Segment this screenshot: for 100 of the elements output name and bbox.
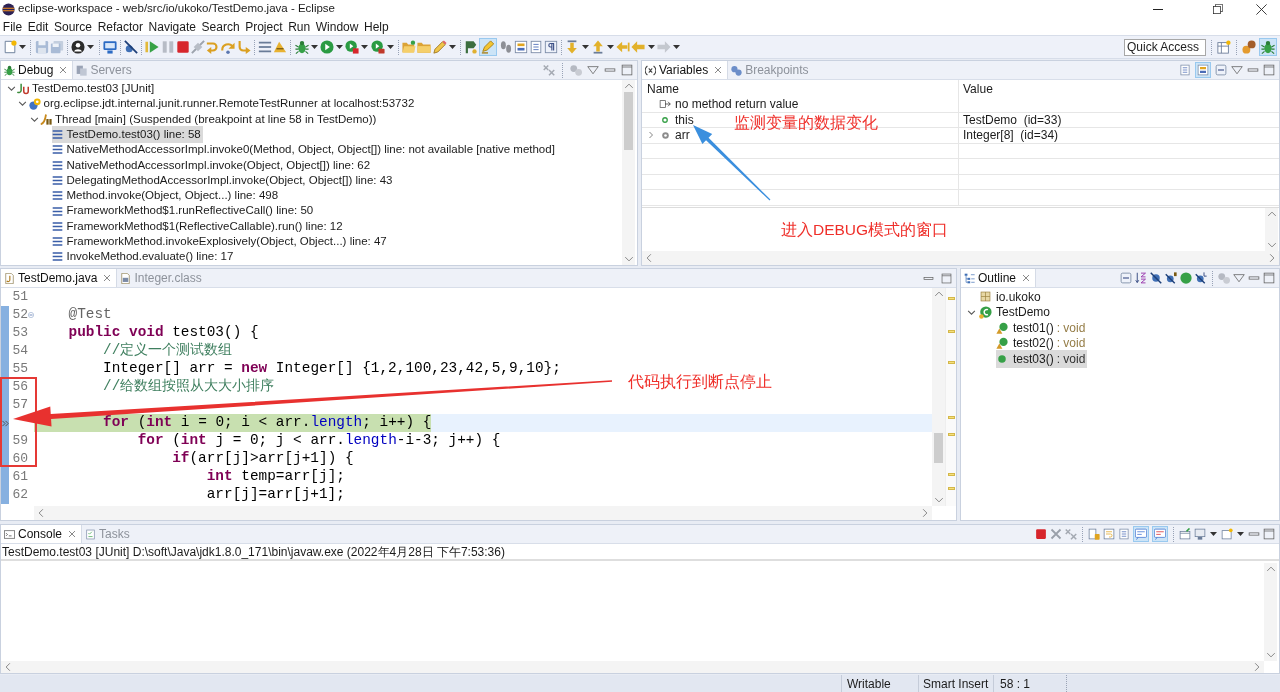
dot-icon[interactable] [1180, 272, 1192, 284]
perspective-icon[interactable] [1217, 40, 1231, 54]
overview-ruler-mark[interactable] [948, 330, 955, 333]
close-icon[interactable] [103, 274, 112, 282]
save-icon[interactable] [34, 40, 49, 54]
menu-item[interactable]: Search [198, 18, 243, 35]
overview-ruler-mark[interactable] [948, 473, 955, 476]
scroll-right-icon[interactable] [1252, 662, 1262, 672]
scroll-right-icon[interactable] [920, 508, 930, 518]
disconnect-icon[interactable] [191, 40, 205, 54]
hide-fields-icon[interactable] [1150, 272, 1162, 284]
view-menu-icon[interactable] [587, 64, 599, 76]
save-all-icon[interactable] [49, 40, 64, 54]
highlighter-toggle[interactable] [479, 38, 498, 56]
dropdown-caret-icon[interactable] [361, 45, 369, 49]
chevron-down-icon[interactable] [966, 307, 976, 317]
chevron-down-icon[interactable] [18, 99, 27, 109]
chevron-right-icon[interactable] [647, 131, 655, 140]
overview-ruler-mark[interactable] [948, 433, 955, 436]
menu-item[interactable]: Refactor [94, 18, 146, 35]
overview-ruler-mark[interactable] [948, 361, 955, 364]
terminate-icon[interactable] [175, 40, 190, 54]
horizontal-scrollbar[interactable] [1, 661, 1264, 673]
horizontal-scrollbar[interactable] [642, 251, 1279, 265]
scrollbar-thumb[interactable] [624, 92, 633, 150]
menu-item[interactable]: Edit [24, 18, 52, 35]
scroll-lock-icon[interactable] [1088, 528, 1100, 540]
document-icon[interactable] [528, 40, 543, 54]
step-filter-icon[interactable] [273, 40, 288, 54]
gears-icon[interactable] [570, 64, 582, 76]
vertical-scrollbar[interactable] [622, 80, 635, 265]
horizontal-scrollbar[interactable] [34, 506, 932, 520]
folder-icon[interactable] [417, 40, 432, 54]
collapse-all-icon[interactable] [1120, 272, 1132, 284]
fold-icon[interactable] [28, 312, 34, 318]
maximize-icon[interactable] [1263, 272, 1275, 284]
coverage-icon[interactable] [345, 40, 360, 54]
tree-item[interactable]: NativeMethodAccessorImpl.invoke0(Method, Object, Object[]) line: not available [native method] [51, 141, 557, 159]
tree-item[interactable]: FrameworkMethod.invokeExplosively(Object, Object...) line: 47 [51, 233, 389, 251]
chevron-down-icon[interactable] [6, 84, 16, 94]
dropdown-caret-icon[interactable] [336, 45, 344, 49]
chevron-down-icon[interactable] [29, 114, 39, 124]
scroll-right-icon[interactable] [1267, 253, 1277, 263]
new-console-icon[interactable] [1221, 528, 1233, 540]
vertical-scrollbar[interactable] [1265, 207, 1278, 251]
dropdown-caret-icon[interactable] [386, 45, 394, 49]
footprints-icon[interactable] [498, 40, 513, 54]
pilcrow-icon[interactable] [544, 40, 559, 54]
tree-item[interactable]: FrameworkMethod$1.runReflectiveCall() line: 50 [51, 202, 316, 220]
menu-item[interactable]: Project [242, 18, 286, 35]
scroll-up-icon[interactable] [623, 81, 634, 91]
maximize-icon[interactable] [1263, 64, 1275, 76]
tree-item[interactable]: TestDemo.test03() line: 58 [51, 125, 203, 144]
step-over-icon[interactable] [221, 40, 236, 54]
menu-item[interactable]: Run [285, 18, 313, 35]
menu-item[interactable]: Source [51, 18, 95, 35]
bug-icon[interactable] [294, 40, 309, 54]
overview-ruler-mark[interactable] [948, 416, 955, 419]
vertical-scrollbar[interactable] [932, 288, 945, 506]
open-folder-icon[interactable] [402, 40, 417, 54]
close-icon[interactable] [68, 530, 77, 538]
tree-item[interactable]: FrameworkMethod$1(ReflectiveCallable).run() line: 12 [51, 217, 345, 235]
minimize-window-icon[interactable] [1153, 8, 1163, 10]
vertical-scrollbar[interactable] [1264, 563, 1277, 661]
outline-item[interactable]: io.ukoko [979, 287, 1043, 306]
menu-item[interactable]: Navigate [145, 18, 199, 35]
dropdown-caret-icon[interactable] [647, 45, 655, 49]
column-header[interactable]: Name [647, 79, 679, 98]
tree-item[interactable]: org.eclipse.jdt.internal.junit.runner.RemoteTestRunner at localhost:53732 [28, 95, 417, 113]
tree-item[interactable]: DelegatingMethodAccessorImpl.invoke(Object, Object[]) line: 43 [51, 171, 395, 190]
view-tab[interactable]: Outline [961, 269, 1037, 287]
view-menu-icon[interactable] [1233, 272, 1245, 284]
skip-breakpoints-icon[interactable] [124, 40, 139, 54]
view-tab[interactable]: Variables [642, 61, 729, 79]
scroll-down-icon[interactable] [933, 495, 944, 505]
view-tab[interactable]: Debug [1, 61, 74, 79]
dropdown-caret-icon[interactable] [672, 45, 680, 49]
clear-console-icon[interactable] [1118, 528, 1130, 540]
drop-to-frame-icon[interactable] [257, 40, 272, 54]
overview-ruler-mark[interactable] [948, 297, 955, 300]
remove-terminated-icon[interactable] [543, 64, 555, 76]
dropdown-caret-icon[interactable] [1237, 532, 1244, 536]
menu-item[interactable]: Help [361, 18, 392, 35]
user-icon[interactable] [71, 40, 86, 54]
outline-item[interactable]: test03() : void [996, 349, 1088, 368]
maximize-icon[interactable] [941, 272, 952, 284]
show-output-toggle[interactable] [1133, 526, 1149, 542]
maximize-icon[interactable] [1263, 528, 1275, 540]
dropdown-caret-icon[interactable] [607, 45, 614, 49]
terminate-icon[interactable] [1035, 528, 1047, 540]
scrollbar-thumb[interactable] [934, 433, 943, 463]
overview-ruler-mark[interactable] [948, 487, 955, 490]
remove-all-icon[interactable] [1065, 528, 1077, 540]
dropdown-caret-icon[interactable] [581, 45, 589, 49]
tree-item[interactable]: InvokeMethod.evaluate() line: 17 [51, 248, 236, 265]
tree-item[interactable]: Thread [main] (Suspended (breakpoint at line 58 in TestDemo)) [40, 110, 379, 128]
display-console-icon[interactable] [1194, 528, 1206, 540]
dropdown-caret-icon[interactable] [19, 45, 27, 49]
scroll-down-icon[interactable] [1266, 240, 1277, 250]
debug-perspective-toggle[interactable] [1259, 38, 1277, 56]
